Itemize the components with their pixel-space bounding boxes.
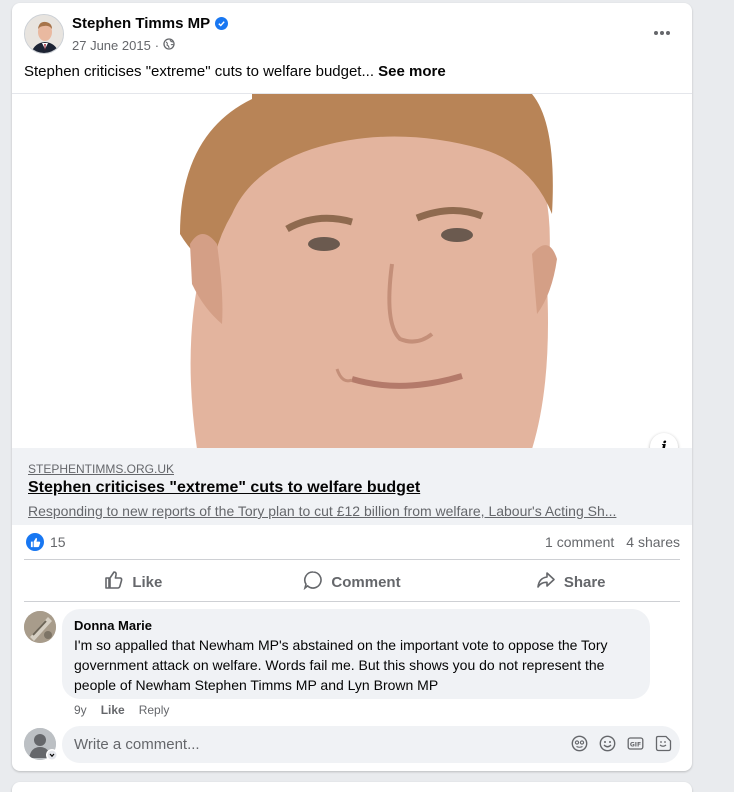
link-preview[interactable]: STEPHENTIMMS.ORG.UK Stephen criticises "… (12, 448, 692, 525)
comment-actions: 9y Like Reply (74, 703, 169, 717)
post-card: Stephen Timms MP 27 June 2015 · Stephen … (12, 3, 692, 771)
sticker-icon[interactable] (655, 735, 672, 752)
comment-reply-button[interactable]: Reply (139, 703, 170, 717)
comment-age[interactable]: 9y (74, 703, 87, 717)
comment-bubble: Donna Marie I'm so appalled that Newham … (62, 609, 650, 699)
post-text: Stephen criticises "extreme" cuts to wel… (24, 63, 446, 80)
thumbs-up-reaction-icon (26, 533, 44, 551)
author-name-row: Stephen Timms MP (72, 15, 229, 32)
next-post-card (12, 782, 692, 792)
commenter-name[interactable]: Donna Marie (74, 618, 638, 633)
comment-button[interactable]: Comment (243, 562, 462, 602)
commenter-avatar[interactable] (24, 611, 56, 643)
like-label: Like (132, 573, 163, 591)
post-stats: 1 comment 4 shares (545, 534, 680, 550)
comment-composer: GIF (62, 726, 680, 763)
more-options-icon[interactable] (652, 23, 672, 43)
comment-input[interactable] (74, 726, 554, 763)
thumbs-up-icon (104, 570, 124, 594)
author-name[interactable]: Stephen Timms MP (72, 15, 210, 32)
share-button[interactable]: Share (461, 562, 680, 602)
share-label: Share (563, 573, 606, 591)
see-more-link[interactable]: See more (378, 63, 446, 80)
reaction-count[interactable]: 15 (50, 534, 66, 550)
share-arrow-icon (536, 570, 556, 594)
author-avatar[interactable] (24, 14, 64, 54)
comment-text: I'm so appalled that Newham MP's abstain… (74, 637, 608, 693)
divider (24, 559, 680, 560)
svg-text:GIF: GIF (630, 741, 641, 748)
post-body: Stephen criticises "extreme" cuts to wel… (24, 63, 374, 80)
comment-label: Comment (331, 573, 401, 591)
post-date[interactable]: 27 June 2015 (72, 38, 151, 53)
link-description[interactable]: Responding to new reports of the Tory pl… (28, 503, 664, 519)
chevron-down-icon[interactable] (46, 749, 58, 761)
emoji-icon[interactable] (599, 735, 616, 752)
share-count[interactable]: 4 shares (626, 534, 680, 550)
action-bar: Like Comment Share (24, 562, 680, 602)
link-domain[interactable]: STEPHENTIMMS.ORG.UK (28, 462, 174, 476)
composer-tools: GIF (571, 735, 672, 752)
post-meta: 27 June 2015 · (72, 38, 175, 53)
link-title[interactable]: Stephen criticises "extreme" cuts to wel… (28, 479, 420, 497)
meta-separator: · (154, 38, 160, 53)
comment-count[interactable]: 1 comment (545, 534, 614, 550)
link-preview-image[interactable] (12, 93, 692, 448)
gif-icon[interactable]: GIF (627, 735, 644, 752)
like-button[interactable]: Like (24, 562, 243, 602)
divider (24, 601, 680, 602)
comment-like-button[interactable]: Like (101, 703, 125, 717)
globe-icon (163, 38, 175, 53)
verified-badge-icon (215, 17, 229, 30)
comment-bubble-icon (303, 570, 323, 594)
reaction-summary[interactable]: 15 (26, 533, 66, 551)
avatar-sticker-icon[interactable] (571, 735, 588, 752)
